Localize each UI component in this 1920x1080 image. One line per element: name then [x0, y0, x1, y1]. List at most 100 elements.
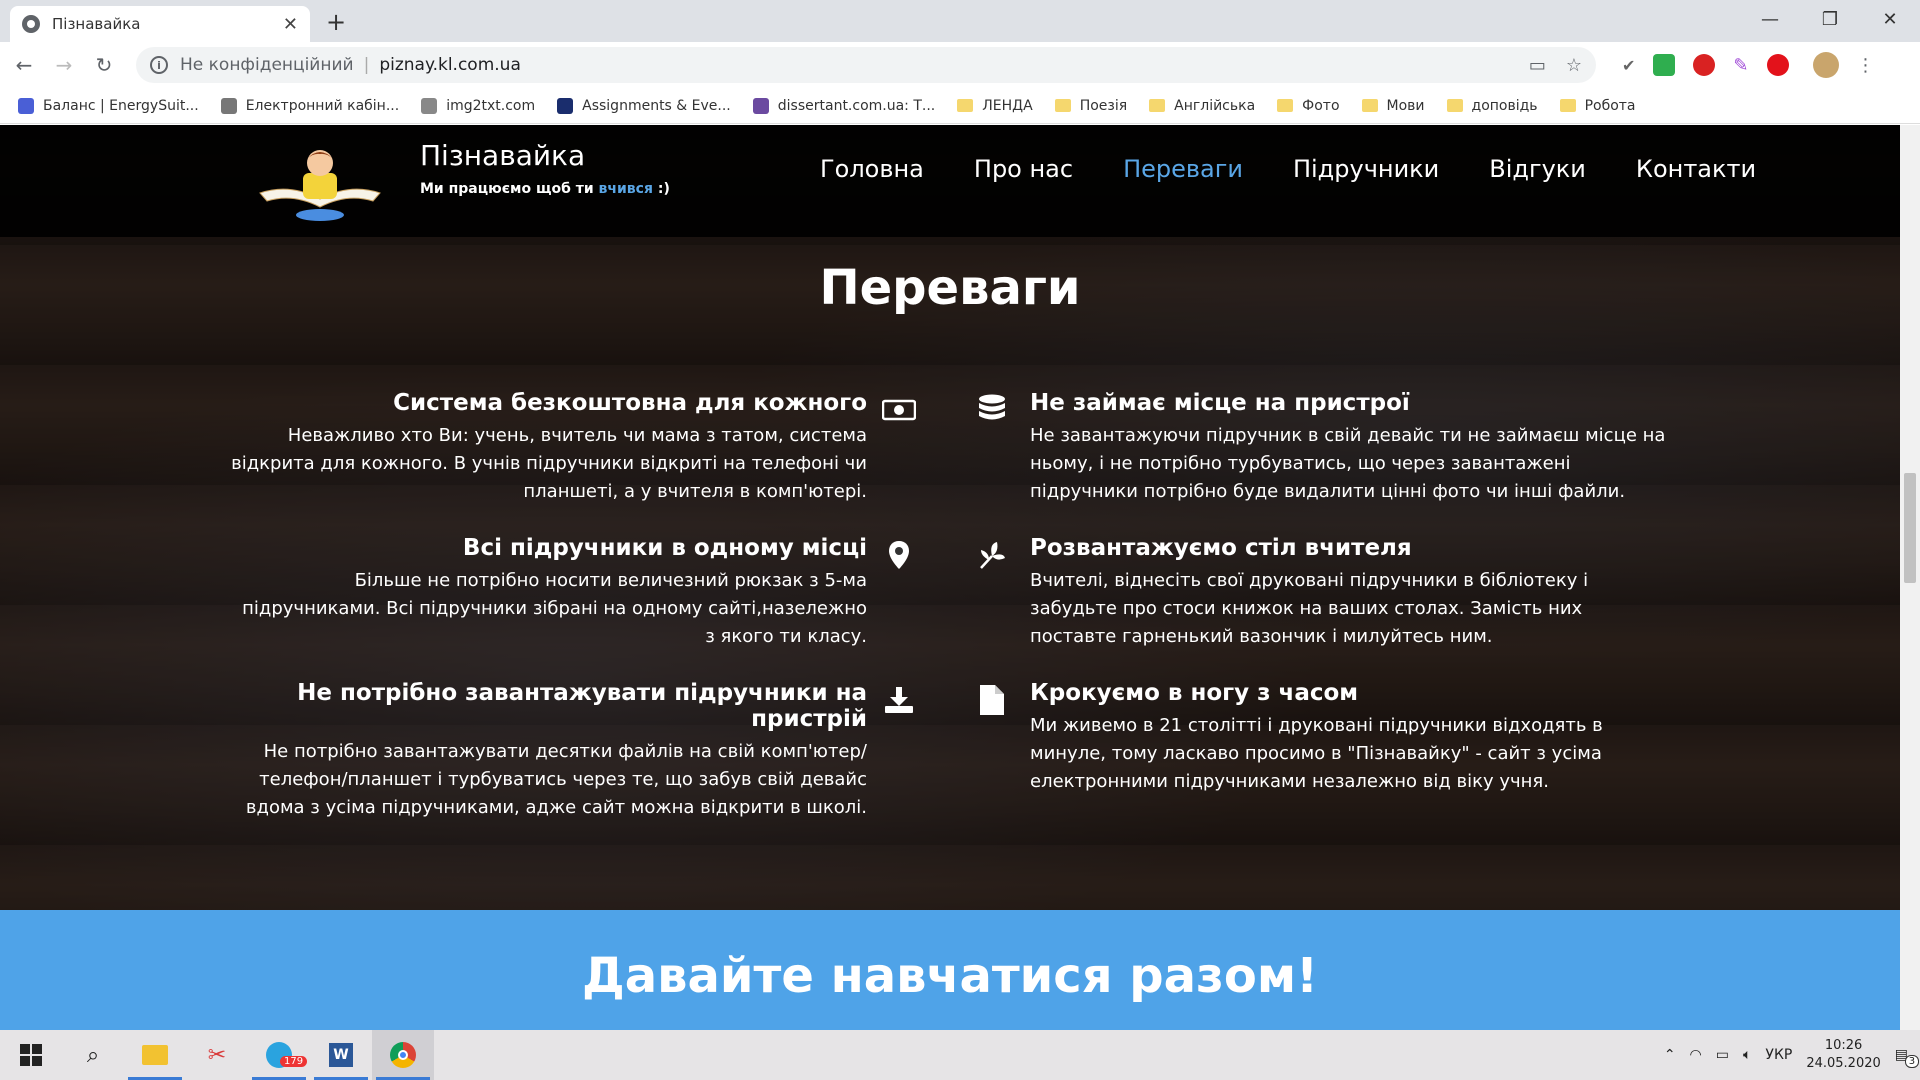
notifications-icon[interactable]: ▤ 3 [1895, 1047, 1920, 1068]
globe-icon [22, 15, 40, 33]
bookmark-item[interactable]: img2txt.com [421, 97, 536, 114]
feature-title: Система безкоштовна для кожного [393, 390, 867, 416]
file-explorer-icon[interactable] [124, 1030, 186, 1080]
snipping-tool-icon[interactable]: ✂ [186, 1030, 248, 1080]
chrome-icon[interactable] [372, 1030, 434, 1080]
bookmark-item[interactable]: Мови [1361, 98, 1425, 114]
bookmark-item[interactable]: dissertant.com.ua: Т... [752, 97, 936, 114]
word-icon[interactable]: W [310, 1030, 372, 1080]
database-icon [975, 393, 1009, 427]
leaf-icon [975, 538, 1009, 572]
bookmark-label: dissertant.com.ua: Т... [777, 97, 936, 114]
system-tray: ⌃ ◠ ▭ 🔈︎ УКР 10:26 24.05.2020 ▤ 3 [1664, 1030, 1920, 1080]
feature-title: Всі підручники в одному місці [462, 535, 867, 561]
stop-extension-icon[interactable] [1693, 54, 1716, 76]
extensions: ✔ ✎ ⋮ [1622, 52, 1875, 78]
web-page: Пізнавайка Ми працюємо щоб ти вчився :) … [0, 125, 1900, 1030]
windows-taskbar: ⌕ ✂ 179 W ⌃ ◠ ▭ 🔈︎ УКР 10:26 24.05.2020 … [0, 1030, 1920, 1080]
folder-icon [1054, 99, 1071, 112]
bookmark-label: Баланс | EnergySuit... [43, 97, 199, 114]
feature-text: Не потрібно завантажувати десятки файлів… [245, 741, 867, 818]
separator: | [363, 55, 370, 75]
bookmark-star-icon[interactable]: ☆ [1566, 55, 1582, 76]
language-indicator[interactable]: УКР [1765, 1047, 1792, 1063]
check-extension-icon[interactable]: ✔ [1622, 56, 1635, 75]
battery-icon[interactable]: ▭ [1716, 1047, 1729, 1063]
shield-extension-icon[interactable] [1653, 54, 1676, 76]
volume-icon[interactable]: 🔈︎ [1743, 1047, 1751, 1063]
feature-text: Ми живемо в 21 столітті і друковані підр… [1030, 715, 1603, 792]
advantages-section: Переваги Система безкоштовна для кожного… [0, 125, 1900, 910]
search-icon[interactable]: ⌕ [62, 1030, 124, 1080]
cast-icon[interactable]: ▭ [1529, 55, 1546, 76]
notifications-count: 3 [1904, 1055, 1920, 1068]
bookmark-item[interactable]: Фото [1277, 97, 1340, 114]
folder-icon [1277, 99, 1294, 112]
pen-extension-icon[interactable]: ✎ [1733, 55, 1748, 76]
bookmarks-bar: Баланс | EnergySuit... Електронний кабін.… [0, 88, 1920, 124]
bookmark-label: Assignments & Eve... [582, 97, 731, 114]
reload-icon[interactable]: ↻ [88, 53, 120, 77]
feature-text: Неважливо хто Ви: учень, вчитель чи мама… [231, 425, 867, 502]
folder-icon [1559, 99, 1576, 112]
bookmark-item[interactable]: Assignments & Eve... [557, 97, 731, 114]
bookmark-item[interactable]: Електронний кабін... [220, 97, 399, 114]
cta-heading: Давайте навчатися разом! [581, 948, 1319, 1004]
bookmark-item[interactable]: Англійська [1149, 98, 1255, 114]
info-icon[interactable]: i [150, 56, 168, 74]
bookmark-item[interactable]: Робота [1559, 97, 1636, 114]
feature-title: Не потрібно завантажувати підручники на … [297, 680, 867, 732]
bookmark-label: Робота [1584, 97, 1636, 114]
bookmark-label: ЛЕНДА [982, 97, 1033, 114]
feature-item: Не займає місце на пристрої Не завантажую… [1030, 390, 1670, 506]
feature-title: Розвантажуємо стіл вчителя [1030, 535, 1412, 561]
url-text[interactable]: piznay.kl.com.ua [379, 55, 521, 75]
bookmark-item[interactable]: ЛЕНДА [957, 97, 1033, 114]
download-icon [882, 683, 916, 717]
bookmark-label: Англійська [1174, 97, 1256, 114]
bookmark-label: Фото [1302, 97, 1340, 114]
security-label: Не конфіденційний [180, 55, 354, 75]
telegram-icon[interactable]: 179 [248, 1030, 310, 1080]
feature-text: Вчителі, віднесіть свої друковані підруч… [1030, 570, 1589, 647]
close-window-icon[interactable]: ✕ [1860, 0, 1920, 38]
bookmark-label: img2txt.com [446, 97, 536, 114]
back-icon[interactable]: ← [8, 53, 40, 77]
map-marker-icon [882, 538, 916, 572]
new-tab-button[interactable]: + [326, 8, 346, 36]
site-icon [557, 97, 574, 114]
start-button[interactable] [0, 1030, 62, 1080]
feature-item: Всі підручники в одному місці Більше не п… [227, 535, 867, 651]
cta-band: Давайте навчатися разом! [0, 910, 1900, 1030]
bookmark-item[interactable]: Поезія [1054, 97, 1128, 114]
menu-dots-icon[interactable]: ⋮ [1857, 55, 1875, 76]
chevron-up-icon[interactable]: ⌃ [1664, 1047, 1676, 1063]
close-tab-icon[interactable]: ✕ [283, 14, 298, 35]
folder-icon [1149, 99, 1166, 112]
feature-text: Не завантажуючи підручник в свій девайс … [1030, 425, 1666, 502]
window-controls: — ❐ ✕ [1740, 0, 1920, 38]
adblock-extension-icon[interactable] [1766, 54, 1789, 76]
bookmark-item[interactable]: Баланс | EnergySuit... [18, 97, 199, 114]
wifi-icon[interactable]: ◠ [1690, 1047, 1702, 1063]
address-bar[interactable]: i Не конфіденційний | piznay.kl.com.ua ▭… [136, 47, 1596, 83]
forward-icon[interactable]: → [48, 53, 80, 77]
bookmark-item[interactable]: доповідь [1446, 97, 1538, 114]
bookmark-label: доповідь [1471, 97, 1538, 114]
clock[interactable]: 10:26 24.05.2020 [1806, 1037, 1880, 1073]
tab-strip: Пізнавайка ✕ + — ❐ ✕ [0, 0, 1920, 42]
page-scrollbar[interactable] [1900, 125, 1920, 1030]
folder-icon [1361, 99, 1378, 112]
minimize-icon[interactable]: — [1740, 0, 1800, 38]
maximize-icon[interactable]: ❐ [1800, 0, 1860, 38]
feature-text: Більше не потрібно носити величезний рюк… [242, 570, 867, 647]
scrollbar-thumb[interactable] [1904, 473, 1916, 583]
bookmark-label: Поезія [1079, 97, 1128, 114]
profile-avatar[interactable] [1812, 52, 1839, 78]
browser-toolbar: ← → ↻ i Не конфіденційний | piznay.kl.co… [0, 42, 1920, 88]
folder-icon [1446, 99, 1463, 112]
browser-tab[interactable]: Пізнавайка ✕ [10, 6, 310, 42]
feature-item: Не потрібно завантажувати підручники на … [227, 680, 867, 822]
file-icon [975, 683, 1009, 717]
feature-title: Не займає місце на пристрої [1030, 390, 1410, 416]
